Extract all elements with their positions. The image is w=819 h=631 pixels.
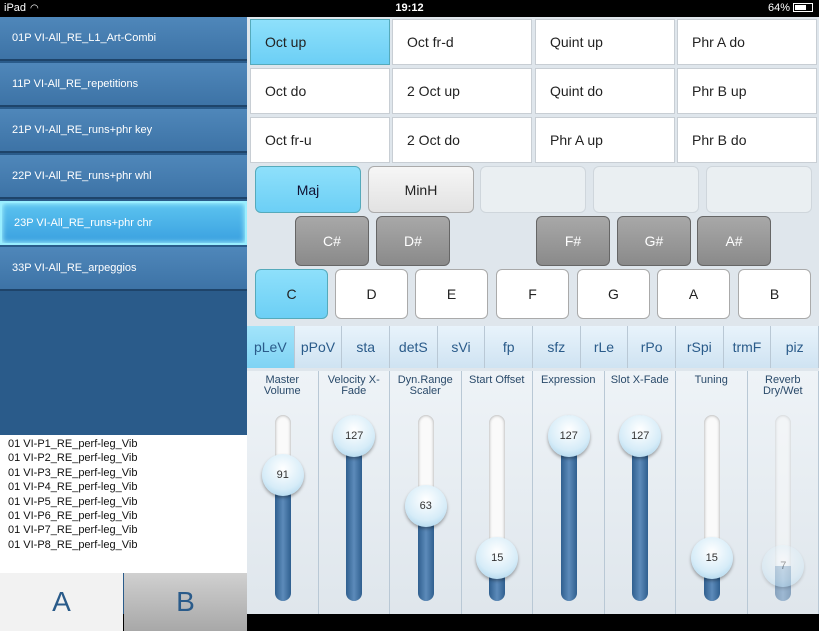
fader: Tuning 15 bbox=[676, 371, 748, 614]
interval-button[interactable]: Phr A up bbox=[535, 117, 675, 163]
articulation-button[interactable]: rLe bbox=[581, 326, 629, 368]
preset-sidebar: 01P VI-All_RE_L1_Art-Combi11P VI-All_RE_… bbox=[0, 17, 247, 614]
fader: Expression 127 bbox=[533, 371, 605, 614]
black-key[interactable]: C# bbox=[295, 216, 369, 266]
fader-label: Slot X-Fade bbox=[605, 375, 676, 386]
fader: Master Volume 91 bbox=[247, 371, 319, 614]
fader: Dyn.Range Scaler 63 bbox=[390, 371, 462, 614]
black-key[interactable]: F# bbox=[536, 216, 610, 266]
white-key[interactable]: F bbox=[496, 269, 569, 319]
preset-item[interactable]: 01P VI-All_RE_L1_Art-Combi bbox=[0, 17, 247, 61]
interval-button[interactable]: Oct up bbox=[250, 19, 390, 65]
articulation-button[interactable]: sfz bbox=[533, 326, 581, 368]
interval-button[interactable]: Phr A do bbox=[677, 19, 817, 65]
fader-knob[interactable]: 63 bbox=[405, 485, 447, 527]
fader: Velocity X-Fade 127 bbox=[319, 371, 391, 614]
white-key[interactable]: G bbox=[577, 269, 650, 319]
preset-item[interactable]: 11P VI-All_RE_repetitions bbox=[0, 63, 247, 107]
ab-switch: A B bbox=[0, 573, 247, 631]
empty-scale-slot bbox=[706, 166, 812, 213]
fader-track[interactable] bbox=[275, 415, 291, 601]
scale-button[interactable]: Maj bbox=[255, 166, 361, 213]
white-key[interactable]: C bbox=[255, 269, 328, 319]
fader-knob[interactable]: 91 bbox=[262, 454, 304, 496]
articulation-button[interactable]: pLeV bbox=[247, 326, 295, 368]
fader-knob[interactable]: 15 bbox=[476, 537, 518, 579]
preset-item[interactable]: 22P VI-All_RE_runs+phr whl bbox=[0, 155, 247, 199]
articulation-button[interactable]: trmF bbox=[724, 326, 772, 368]
fader-knob[interactable]: 127 bbox=[619, 415, 661, 457]
interval-button[interactable]: Phr B up bbox=[677, 68, 817, 114]
empty-scale-slot bbox=[480, 166, 586, 213]
interval-button[interactable]: 2 Oct up bbox=[392, 68, 532, 114]
fader-bank: Master Volume 91 Velocity X-Fade 127 Dyn.Ran… bbox=[247, 371, 819, 614]
articulation-button[interactable]: sVi bbox=[438, 326, 486, 368]
fader-knob[interactable]: 7 bbox=[762, 545, 804, 587]
articulation-button[interactable]: fp bbox=[485, 326, 533, 368]
fader: Start Offset 15 bbox=[462, 371, 534, 614]
interval-button[interactable]: Quint up bbox=[535, 19, 675, 65]
interval-button[interactable]: Quint do bbox=[535, 68, 675, 114]
black-key[interactable]: D# bbox=[376, 216, 450, 266]
black-key[interactable]: G# bbox=[617, 216, 691, 266]
articulation-button[interactable]: pPoV bbox=[295, 326, 343, 368]
control-panel: Oct upOct fr-dQuint upPhr A do Oct do2 Oc… bbox=[247, 17, 819, 614]
fader-fill bbox=[632, 436, 648, 601]
patch-item[interactable]: 01 VI-P5_RE_perf-leg_Vib bbox=[8, 495, 239, 509]
fader-label: Reverb Dry/Wet bbox=[748, 375, 819, 397]
interval-button[interactable]: Phr B do bbox=[677, 117, 817, 163]
fader-knob[interactable]: 127 bbox=[548, 415, 590, 457]
fader-fill bbox=[561, 436, 577, 601]
articulation-button[interactable]: detS bbox=[390, 326, 438, 368]
battery-indicator: 64% bbox=[768, 2, 813, 14]
black-key[interactable]: A# bbox=[697, 216, 771, 266]
interval-button[interactable]: 2 Oct do bbox=[392, 117, 532, 163]
articulation-button[interactable]: rSpi bbox=[676, 326, 724, 368]
preset-item[interactable]: 33P VI-All_RE_arpeggios bbox=[0, 247, 247, 291]
white-key[interactable]: E bbox=[415, 269, 488, 319]
clock: 19:12 bbox=[0, 2, 819, 14]
white-key[interactable]: D bbox=[335, 269, 408, 319]
patch-item[interactable]: 01 VI-P3_RE_perf-leg_Vib bbox=[8, 466, 239, 480]
articulation-button[interactable]: sta bbox=[342, 326, 390, 368]
white-key[interactable]: A bbox=[657, 269, 730, 319]
fader-label: Dyn.Range Scaler bbox=[390, 375, 461, 397]
patch-list[interactable]: 01 VI-P1_RE_perf-leg_Vib01 VI-P2_RE_perf… bbox=[0, 435, 247, 573]
patch-item[interactable]: 01 VI-P2_RE_perf-leg_Vib bbox=[8, 451, 239, 465]
preset-item[interactable]: 23P VI-All_RE_runs+phr chr bbox=[0, 201, 247, 245]
interval-button[interactable]: Oct fr-u bbox=[250, 117, 390, 163]
fader-label: Velocity X-Fade bbox=[319, 375, 390, 397]
fader-knob[interactable]: 15 bbox=[691, 537, 733, 579]
status-bar: iPad◠ 19:12 64% bbox=[0, 0, 819, 17]
interval-button[interactable]: Oct do bbox=[250, 68, 390, 114]
white-key[interactable]: B bbox=[738, 269, 811, 319]
articulation-button[interactable]: piz bbox=[771, 326, 819, 368]
empty-scale-slot bbox=[593, 166, 699, 213]
preset-item[interactable]: 21P VI-All_RE_runs+phr key bbox=[0, 109, 247, 153]
fader-label: Expression bbox=[533, 375, 604, 386]
fader-label: Tuning bbox=[676, 375, 747, 386]
patch-item[interactable]: 01 VI-P4_RE_perf-leg_Vib bbox=[8, 480, 239, 494]
b-button[interactable]: B bbox=[124, 573, 247, 631]
scale-button[interactable]: MinH bbox=[368, 166, 474, 213]
fader-label: Master Volume bbox=[247, 375, 318, 397]
interval-button[interactable]: Oct fr-d bbox=[392, 19, 532, 65]
a-button[interactable]: A bbox=[0, 573, 123, 631]
articulation-button[interactable]: rPo bbox=[628, 326, 676, 368]
battery-icon bbox=[793, 3, 813, 12]
patch-item[interactable]: 01 VI-P1_RE_perf-leg_Vib bbox=[8, 437, 239, 451]
fader-knob[interactable]: 127 bbox=[333, 415, 375, 457]
fader: Slot X-Fade 127 bbox=[605, 371, 677, 614]
patch-item[interactable]: 01 VI-P7_RE_perf-leg_Vib bbox=[8, 523, 239, 537]
patch-item[interactable]: 01 VI-P8_RE_perf-leg_Vib bbox=[8, 538, 239, 552]
fader-fill bbox=[346, 436, 362, 601]
fader-label: Start Offset bbox=[462, 375, 533, 386]
fader: Reverb Dry/Wet 7 bbox=[748, 371, 819, 614]
patch-item[interactable]: 01 VI-P6_RE_perf-leg_Vib bbox=[8, 509, 239, 523]
